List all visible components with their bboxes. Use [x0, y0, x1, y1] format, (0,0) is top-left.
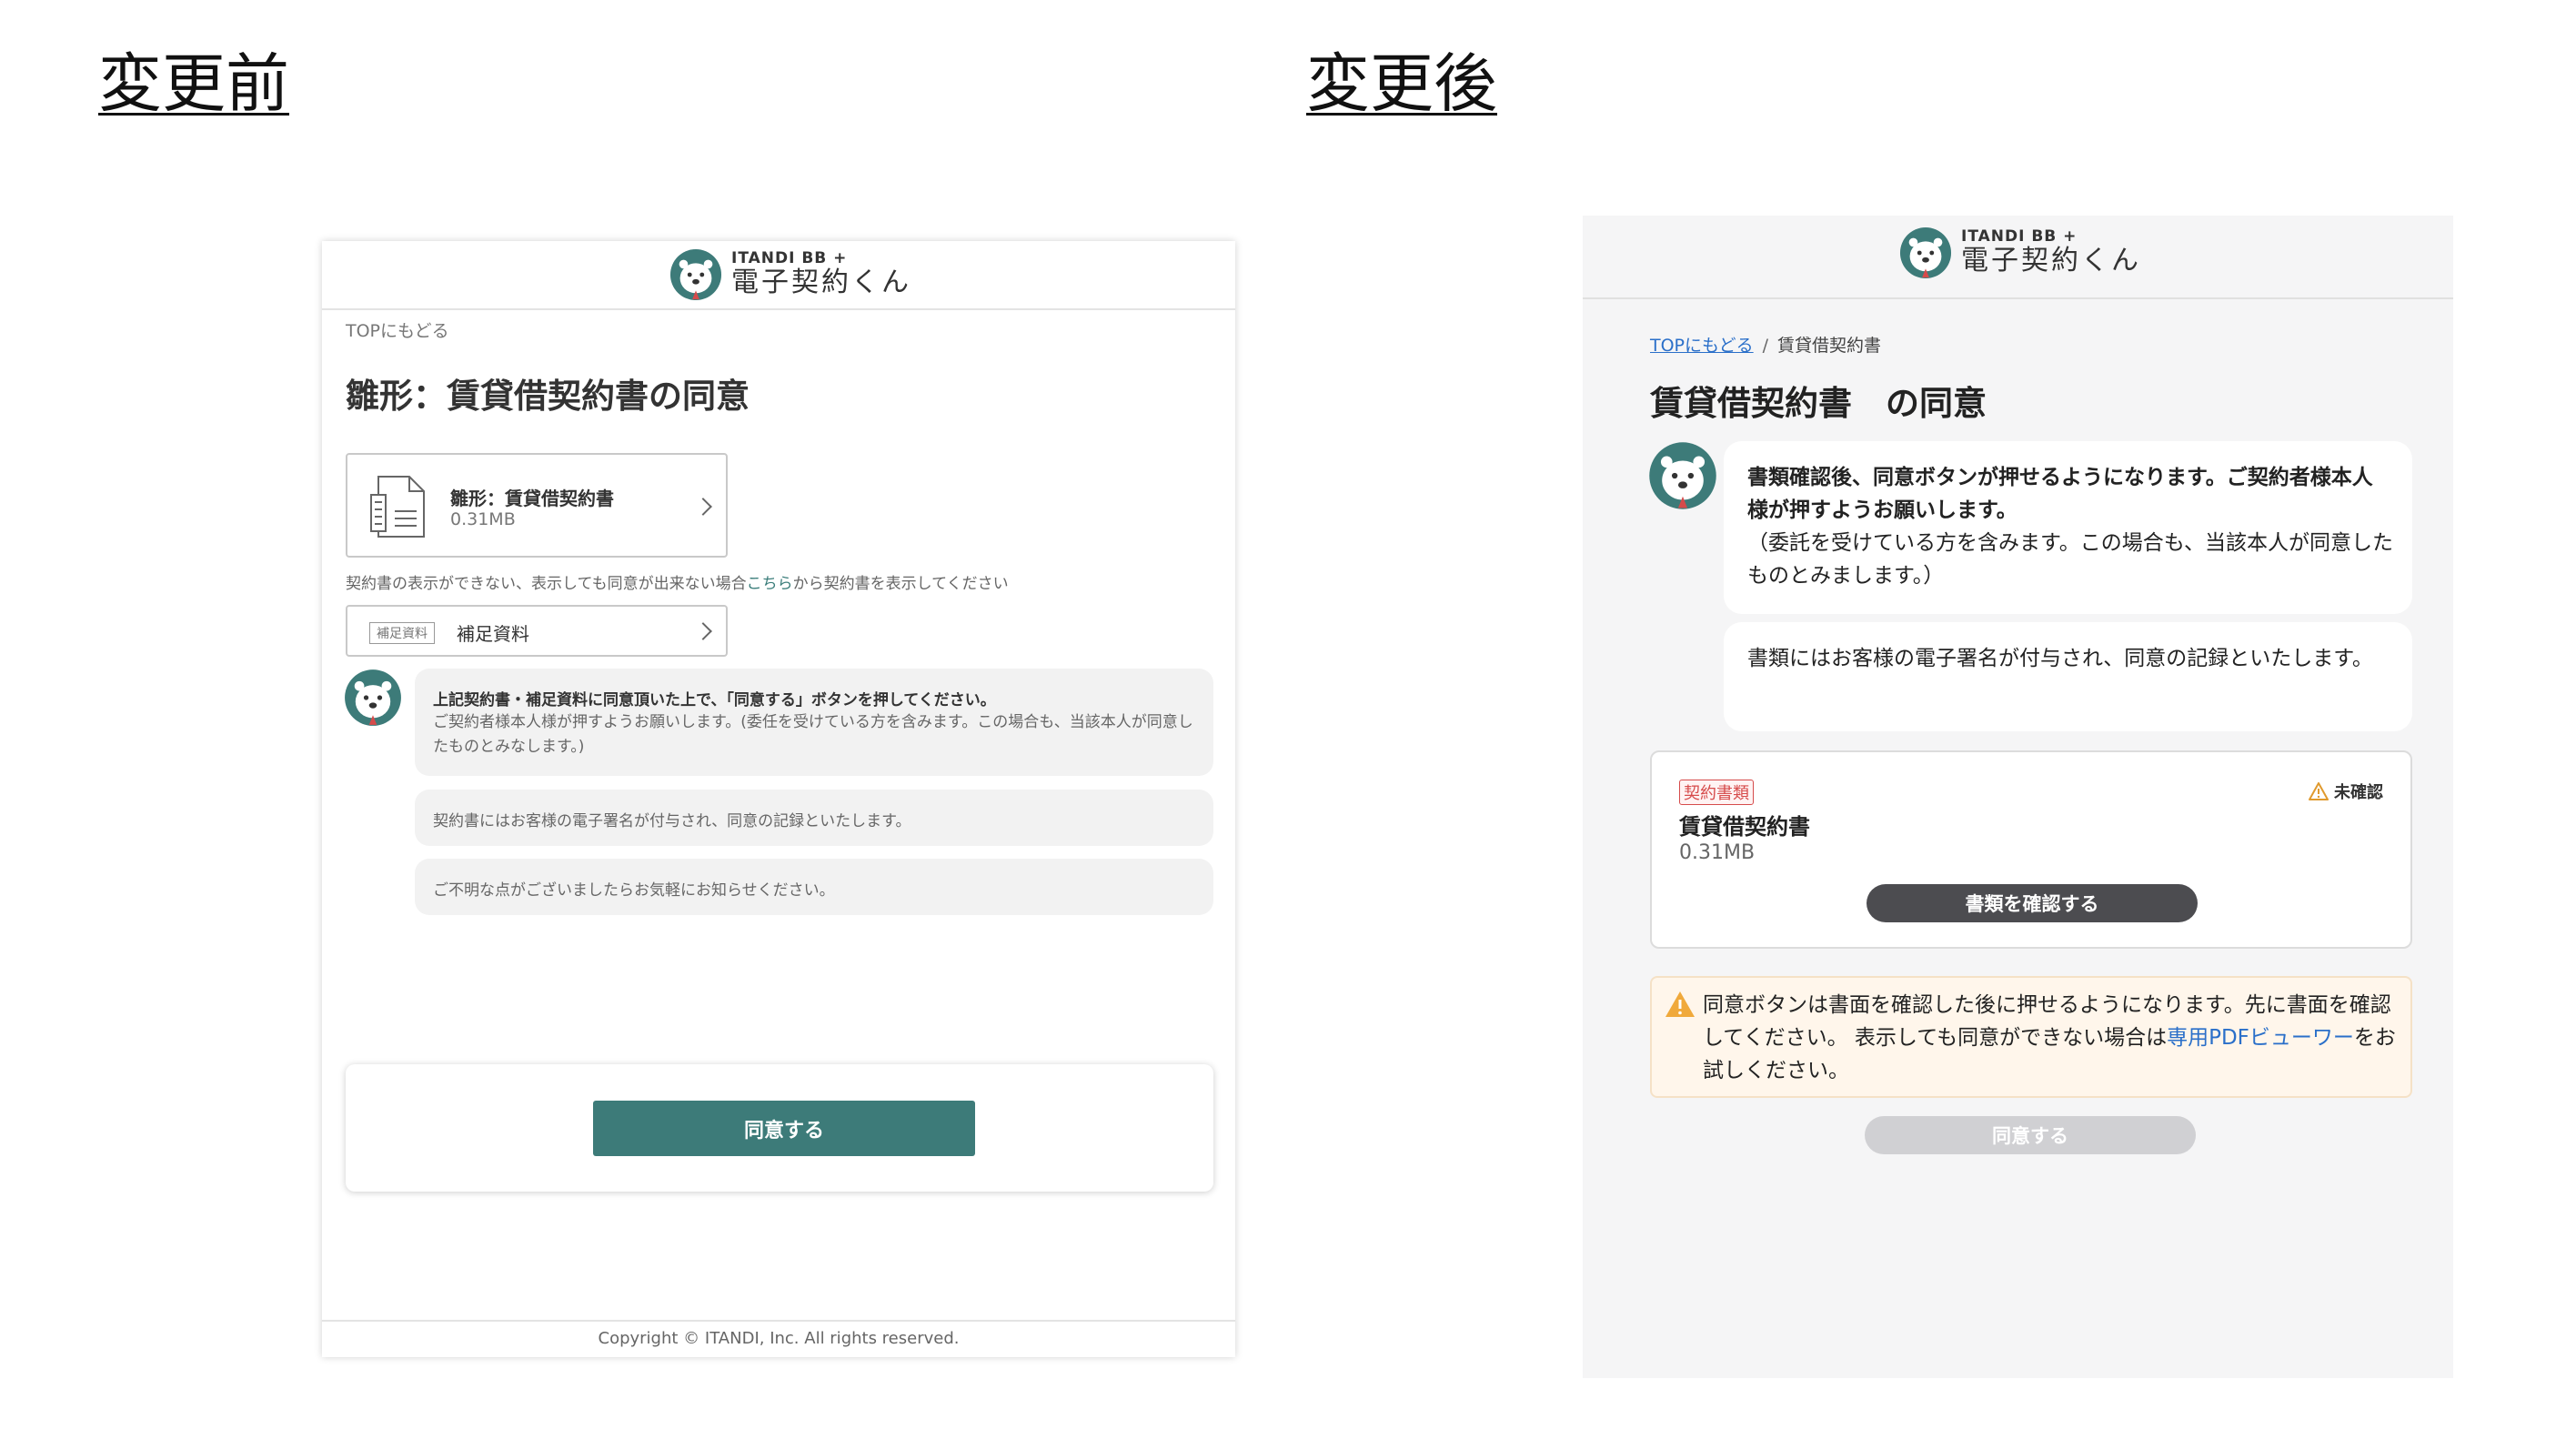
confirm-document-button[interactable]: 書類を確認する [1867, 884, 2198, 922]
app-header: ITANDI BB + 電子契約くん [322, 241, 1235, 310]
after-screen: ITANDI BB + 電子契約くん TOPにもどる / 賃貸借契約書 賃貸借契約書… [1583, 216, 2453, 1378]
back-to-top-link[interactable]: TOPにもどる [346, 317, 449, 342]
chat-bubble-instructions: 書類確認後、同意ボタンが押せるようになります。ご契約者様本人様が押すようお願いし… [1724, 441, 2412, 614]
breadcrumb: TOPにもどる / 賃貸借契約書 [1650, 332, 1881, 357]
agree-button[interactable]: 同意する [593, 1101, 975, 1156]
logo-small-text: ITANDI BB + [731, 248, 848, 267]
instruction-text: （委託を受けている方を含みます。この場合も、当該本人が同意したものとみまします。… [1747, 531, 2394, 588]
before-heading: 変更前 [98, 46, 289, 121]
warning-triangle-icon [1665, 991, 1695, 1017]
unconfirmed-status: 未確認 [2309, 780, 2383, 803]
signature-text: 契約書にはお客様の電子署名が付与され、同意の記録といたします。 [433, 812, 911, 830]
logo-title: 電子契約くん [731, 267, 911, 299]
supplement-tag: 補足資料 [369, 622, 435, 644]
instruction-bold: 上記契約書・補足資料に同意頂いた上で、「同意する」ボタンを押してください。 [433, 691, 996, 709]
document-size: 0.31MB [1679, 841, 1756, 864]
note-text: 契約書の表示ができない、表示しても同意が出来ない場合 [346, 575, 747, 593]
warning-icon [2309, 782, 2329, 800]
display-help-note: 契約書の表示ができない、表示しても同意が出来ない場合こちらから契約書を表示してく… [346, 570, 1009, 593]
breadcrumb-top-link[interactable]: TOPにもどる [1650, 336, 1754, 356]
after-heading: 変更後 [1306, 46, 1497, 121]
chat-bubble-contact: ご不明な点がございましたらお気軽にお知らせください。 [415, 859, 1213, 915]
document-name: 賃貸借契約書 [1679, 814, 1810, 840]
polar-bear-icon [669, 248, 722, 301]
document-icon [370, 476, 425, 538]
warning-notice: 同意ボタンは書面を確認した後に押せるようになります。先に書面を確認してください。… [1650, 976, 2412, 1098]
contact-text: ご不明な点がございましたらお気軽にお知らせください。 [433, 881, 835, 900]
agree-panel: 同意する [346, 1064, 1213, 1192]
logo-title: 電子契約くん [1961, 245, 2141, 277]
logo-small-text: ITANDI BB + [1961, 226, 2078, 246]
before-screen: ITANDI BB + 電子契約くん TOPにもどる 雛形：賃貸借契約書の同意 … [322, 241, 1235, 1357]
instruction-text: ご契約者様本人様が押すようお願いします。(委任を受けている方を含みます。この場合… [433, 713, 1193, 756]
contract-document-card: 契約書類 未確認 賃貸借契約書 0.31MB 書類を確認する [1650, 750, 2412, 949]
supplement-document-card[interactable]: 補足資料 補足資料 [346, 605, 728, 657]
here-link[interactable]: こちら [747, 575, 793, 593]
polar-bear-icon [1899, 226, 1952, 279]
agree-button-disabled[interactable]: 同意する [1865, 1116, 2196, 1154]
app-logo[interactable]: ITANDI BB + 電子契約くん [669, 248, 911, 301]
contract-document-card[interactable]: 雛形：賃貸借契約書 0.31MB [346, 453, 728, 558]
page-title: 雛形：賃貸借契約書の同意 [346, 377, 750, 416]
breadcrumb-separator: / [1762, 336, 1769, 356]
status-text: 未確認 [2334, 783, 2383, 802]
bear-avatar-icon [1649, 442, 1716, 509]
signature-text: 書類にはお客様の電子署名が付与され、同意の記録といたします。 [1747, 647, 2373, 670]
chevron-right-icon [694, 622, 712, 640]
pdf-viewer-link[interactable]: 専用PDFビューワー [2167, 1026, 2354, 1050]
app-logo[interactable]: ITANDI BB + 電子契約くん [1899, 226, 2141, 279]
document-type-tag: 契約書類 [1679, 780, 1754, 805]
page-title: 賃貸借契約書 の同意 [1650, 384, 1987, 423]
bear-avatar-icon [345, 669, 401, 726]
instruction-bold: 書類確認後、同意ボタンが押せるようになります。ご契約者様本人様が押すようお願いし… [1747, 466, 2373, 522]
document-size: 0.31MB [450, 509, 516, 529]
note-text-suffix: から契約書を表示してください [792, 575, 1009, 593]
chevron-right-icon [694, 498, 712, 516]
chat-bubble-signature: 書類にはお客様の電子署名が付与され、同意の記録といたします。 [1724, 622, 2412, 731]
chat-bubble-instructions: 上記契約書・補足資料に同意頂いた上で、「同意する」ボタンを押してください。 ご契… [415, 669, 1213, 776]
supplement-label: 補足資料 [457, 623, 529, 645]
footer-copyright: Copyright © ITANDI, Inc. All rights rese… [322, 1320, 1235, 1357]
chat-bubble-signature: 契約書にはお客様の電子署名が付与され、同意の記録といたします。 [415, 790, 1213, 846]
document-name: 雛形：賃貸借契約書 [450, 488, 614, 509]
app-header: ITANDI BB + 電子契約くん [1583, 216, 2453, 299]
breadcrumb-current: 賃貸借契約書 [1777, 336, 1882, 356]
